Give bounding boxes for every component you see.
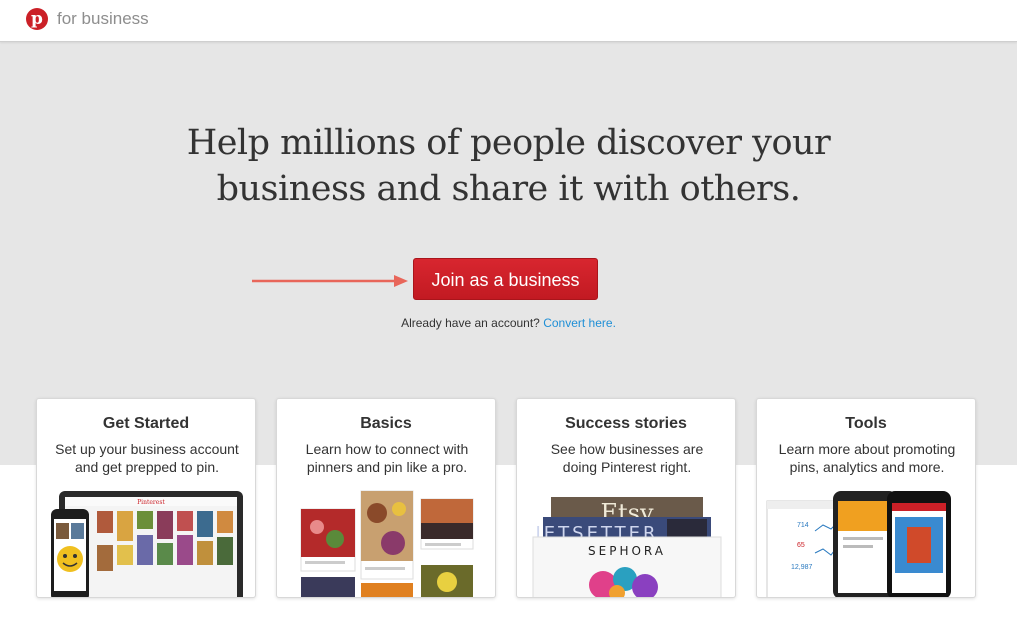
card-success-stories[interactable]: Success stories See how businesses are d… xyxy=(516,398,736,598)
pinterest-logo-icon[interactable]: p xyxy=(26,8,48,30)
card-desc-line: See how businesses are xyxy=(550,441,704,457)
account-prompt-text: Already have an account? xyxy=(401,316,540,330)
card-description: Learn more about promoting pins, analyti… xyxy=(765,440,969,476)
card-desc-line: pinners and pin like a pro. xyxy=(306,459,468,475)
stat-text: 714 xyxy=(797,522,809,529)
card-title: Success stories xyxy=(565,415,687,432)
card-desc-line: pins, analytics and more. xyxy=(789,459,945,475)
analytics-devices-illustration: 714 65 12,987 xyxy=(766,491,951,597)
pointer-arrow-icon xyxy=(252,275,408,287)
headline-line-1: Help millions of people discover your xyxy=(186,123,831,163)
stat-text: 65 xyxy=(797,542,805,549)
card-title: Basics xyxy=(360,415,412,432)
hero-headline: Help millions of people discover your bu… xyxy=(0,120,1017,212)
card-tools[interactable]: Tools Learn more about promoting pins, a… xyxy=(756,398,976,598)
card-desc-line: Set up your business account xyxy=(55,441,239,457)
laptop-brand-text: Pinterest xyxy=(137,499,165,506)
card-title: Get Started xyxy=(102,415,190,432)
pins-illustration xyxy=(300,490,474,597)
brand-stories-illustration: Etsy JETSETTER SEPHORA xyxy=(532,497,722,597)
headline-line-2: business and share it with others. xyxy=(216,169,801,209)
card-get-started[interactable]: Get Started Set up your business account… xyxy=(36,398,256,598)
card-title: Tools xyxy=(845,415,887,432)
convert-link[interactable]: Convert here. xyxy=(543,316,616,330)
stat-text: 12,987 xyxy=(791,564,813,571)
join-as-business-button[interactable]: Join as a business xyxy=(413,258,598,300)
card-basics[interactable]: Basics Learn how to connect with pinners… xyxy=(276,398,496,598)
laptop-phone-illustration: Pinterest xyxy=(51,491,243,597)
card-description: Learn how to connect with pinners and pi… xyxy=(285,440,489,476)
brand-label[interactable]: for business xyxy=(57,9,149,29)
card-desc-line: Learn how to connect with xyxy=(305,441,469,457)
card-desc-line: doing Pinterest right. xyxy=(562,459,692,475)
sephora-brand-text: SEPHORA xyxy=(588,544,666,558)
account-prompt: Already have an account? Convert here. xyxy=(0,316,1017,330)
card-description: Set up your business account and get pre… xyxy=(45,440,249,476)
card-description: See how businesses are doing Pinterest r… xyxy=(525,440,729,476)
card-desc-line: and get prepped to pin. xyxy=(74,459,219,475)
top-bar: p for business xyxy=(0,0,1017,42)
card-desc-line: Learn more about promoting xyxy=(778,441,956,457)
